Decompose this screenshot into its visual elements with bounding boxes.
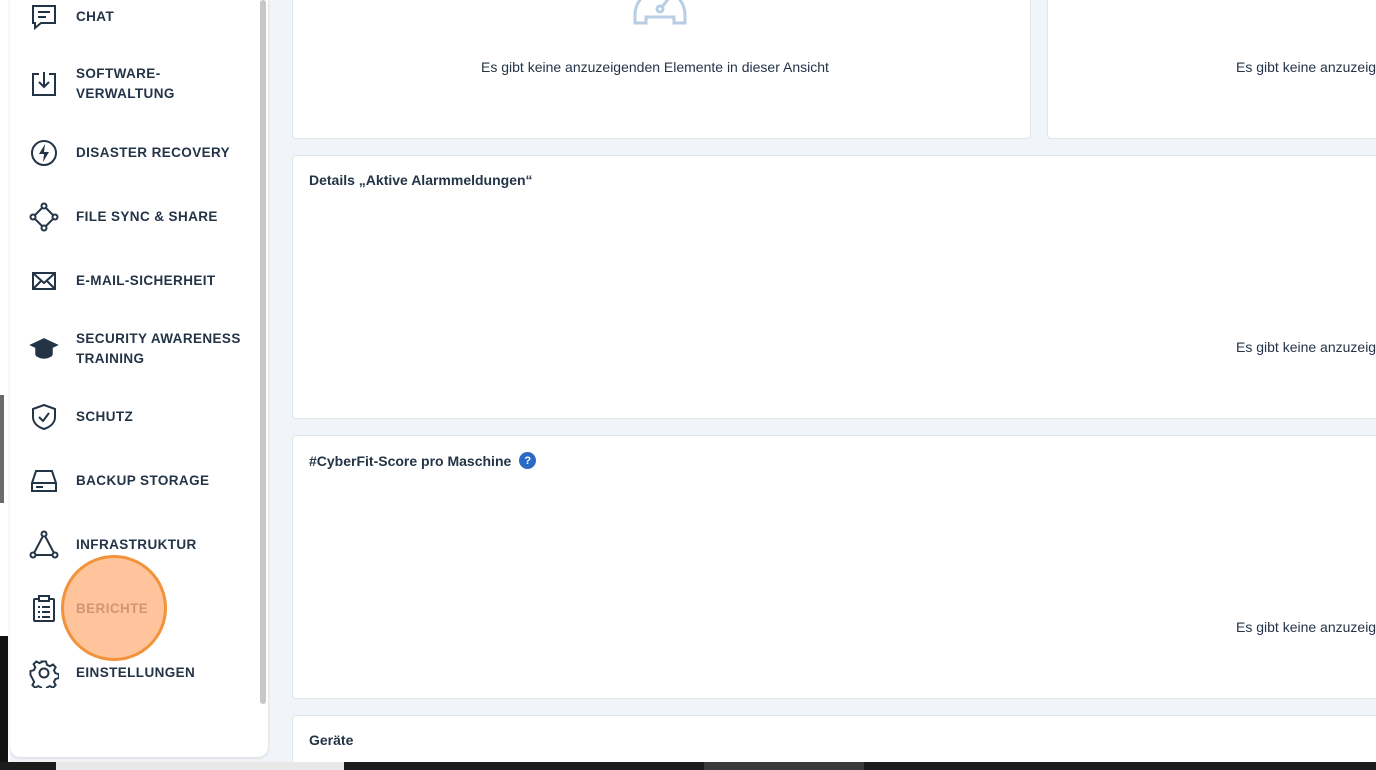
sidebar-item-backup-storage[interactable]: BACKUP STORAGE <box>10 453 260 509</box>
empty-state-message: Es gibt keine anzuzeigenden Elemente in … <box>481 59 829 75</box>
sidebar-item-label: FILE SYNC & SHARE <box>76 209 218 224</box>
app-screen: CHAT SOFTWARE- VERWALTUNG DISASTER RECOV… <box>0 0 1376 762</box>
empty-state-message: Es gibt keine anzuzeig <box>1236 619 1376 635</box>
graduation-cap-icon <box>26 331 62 367</box>
card-title: Details „Aktive Alarmmeldungen“ <box>309 172 533 188</box>
sidebar-item-label: INFRASTRUKTUR <box>76 537 197 552</box>
sidebar-item-label: SOFTWARE- VERWALTUNG <box>76 66 175 101</box>
triangle-nodes-icon <box>26 527 62 563</box>
taskbar-segment[interactable] <box>704 762 864 770</box>
widget-card-cyberfit-score: #CyberFit-Score pro Maschine ? Es gibt k… <box>292 435 1376 699</box>
sidebar-item-label: SCHUTZ <box>76 409 134 424</box>
empty-state-message: Es gibt keine anzuzeig <box>1236 339 1376 355</box>
file-sync-icon <box>26 199 62 235</box>
card-title: #CyberFit-Score pro Maschine ? <box>309 452 537 469</box>
help-icon[interactable]: ? <box>519 452 537 469</box>
hard-drive-icon <box>26 463 62 499</box>
empty-state-message: Es gibt keine anzuzeig <box>1236 59 1376 75</box>
widget-card-top-right: Es gibt keine anzuzeig <box>1047 0 1376 139</box>
sidebar-item-infrastruktur[interactable]: INFRASTRUKTUR <box>10 517 260 573</box>
widget-card-devices: Geräte <box>292 715 1376 762</box>
envelope-icon <box>26 263 62 299</box>
card-title-text: #CyberFit-Score pro Maschine <box>309 452 512 469</box>
sidebar-item-email-sicherheit[interactable]: E-MAIL-SICHERHEIT <box>10 253 260 309</box>
edge-marker <box>0 395 4 503</box>
gear-icon <box>26 655 62 691</box>
sidebar-item-label: EINSTELLUNGEN <box>76 665 196 680</box>
sidebar-item-disaster-recovery[interactable]: DISASTER RECOVERY <box>10 125 260 181</box>
sidebar-item-label: BACKUP STORAGE <box>76 473 210 488</box>
taskbar-segment[interactable] <box>56 762 344 770</box>
card-title: Geräte <box>309 732 353 748</box>
card-title-text: Details „Aktive Alarmmeldungen“ <box>309 172 533 188</box>
edge-dark-region <box>0 636 8 762</box>
left-edge-strip <box>0 0 10 762</box>
shield-check-icon <box>26 399 62 435</box>
sidebar-item-label: DISASTER RECOVERY <box>76 145 231 160</box>
widget-card-top-left: Es gibt keine anzuzeigenden Elemente in … <box>292 0 1031 139</box>
sidebar-item-label: SECURITY AWARENESS TRAINING <box>76 331 241 366</box>
sidebar-item-security-awareness-training[interactable]: SECURITY AWARENESS TRAINING <box>10 321 260 377</box>
gauge-icon <box>633 0 687 25</box>
sidebar-item-software-verwaltung[interactable]: SOFTWARE- VERWALTUNG <box>10 56 260 112</box>
card-title-text: Geräte <box>309 732 354 748</box>
clipboard-report-icon <box>26 591 62 627</box>
sidebar-item-label: CHAT <box>76 9 115 24</box>
sidebar-item-einstellungen[interactable]: EINSTELLUNGEN <box>10 645 260 701</box>
software-download-icon <box>26 66 62 102</box>
sidebar-item-file-sync-share[interactable]: FILE SYNC & SHARE <box>10 189 260 245</box>
os-taskbar <box>0 762 1376 770</box>
widget-card-active-alerts: Details „Aktive Alarmmeldungen“ Es gibt … <box>292 155 1376 419</box>
sidebar-item-label: E-MAIL-SICHERHEIT <box>76 273 216 288</box>
lightning-icon <box>26 135 62 171</box>
sidebar-scrollbar[interactable] <box>260 0 266 704</box>
sidebar-item-chat[interactable]: CHAT <box>10 0 260 45</box>
chat-icon <box>26 0 62 35</box>
sidebar-item-label: BERICHTE <box>76 601 149 616</box>
sidebar-item-berichte[interactable]: BERICHTE <box>10 581 260 637</box>
sidebar-item-schutz[interactable]: SCHUTZ <box>10 389 260 445</box>
sidebar-nav: CHAT SOFTWARE- VERWALTUNG DISASTER RECOV… <box>10 0 268 757</box>
